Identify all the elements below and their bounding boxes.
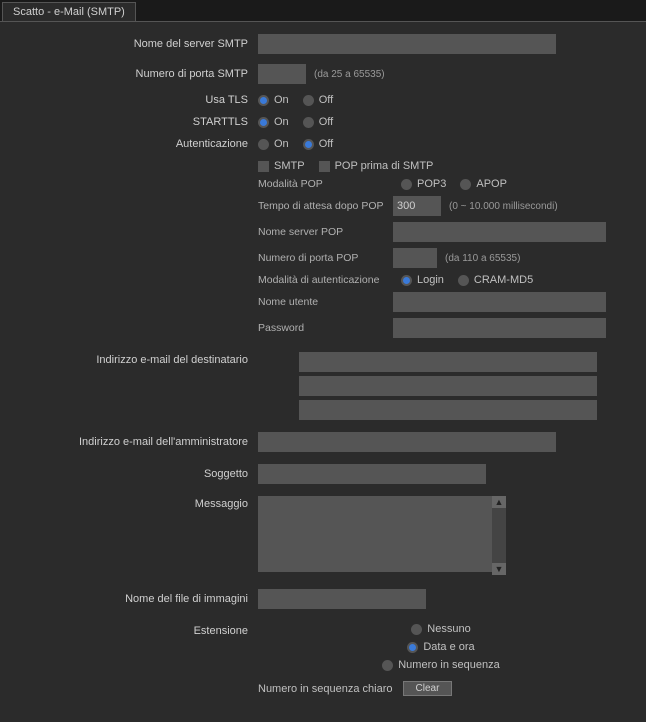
form-area: Nome del server SMTP Numero di porta SMT… bbox=[0, 22, 646, 722]
label-message: Messaggio bbox=[8, 496, 258, 510]
pop-wait-input[interactable] bbox=[393, 196, 441, 216]
label-password: Password bbox=[258, 322, 393, 334]
label-subject: Soggetto bbox=[8, 468, 258, 480]
label-use-tls: Usa TLS bbox=[8, 94, 258, 106]
hint-smtp-port: (da 25 a 65535) bbox=[314, 69, 385, 80]
username-input[interactable] bbox=[393, 292, 606, 312]
textarea-scrollbar[interactable]: ▲ ▼ bbox=[492, 496, 506, 575]
label-username: Nome utente bbox=[258, 296, 393, 308]
radio-tls-on[interactable]: On bbox=[258, 94, 289, 106]
recipient-input-3[interactable] bbox=[299, 400, 597, 420]
imagefile-input[interactable] bbox=[258, 589, 426, 609]
label-admin: Indirizzo e-mail dell'amministratore bbox=[8, 436, 258, 448]
tab-smtp[interactable]: Scatto - e-Mail (SMTP) bbox=[2, 2, 136, 21]
label-smtp-server: Nome del server SMTP bbox=[8, 38, 258, 50]
recipient-input-1[interactable] bbox=[299, 352, 597, 372]
label-imagefile: Nome del file di immagini bbox=[8, 593, 258, 605]
label-auth: Autenticazione bbox=[8, 138, 258, 150]
radio-apop[interactable]: APOP bbox=[460, 178, 507, 190]
radio-starttls-off[interactable]: Off bbox=[303, 116, 333, 128]
radio-auth-off[interactable]: Off bbox=[303, 138, 333, 150]
hint-pop-wait: (0 ~ 10.000 millisecondi) bbox=[449, 201, 558, 212]
label-auth-mode: Modalità di autenticazione bbox=[258, 274, 393, 286]
hint-pop-port: (da 110 a 65535) bbox=[445, 253, 520, 264]
radio-crammd5[interactable]: CRAM-MD5 bbox=[458, 274, 533, 286]
label-starttls: STARTTLS bbox=[8, 116, 258, 128]
radio-pop3[interactable]: POP3 bbox=[401, 178, 446, 190]
radio-tls-off[interactable]: Off bbox=[303, 94, 333, 106]
pop-port-input[interactable] bbox=[393, 248, 437, 268]
smtp-server-input[interactable] bbox=[258, 34, 556, 54]
radio-ext-datetime[interactable]: Data e ora bbox=[407, 641, 474, 653]
subject-input[interactable] bbox=[258, 464, 486, 484]
scroll-up-icon[interactable]: ▲ bbox=[492, 496, 506, 508]
label-smtp-port: Numero di porta SMTP bbox=[8, 68, 258, 80]
label-pop-port: Numero di porta POP bbox=[258, 252, 393, 264]
label-ext: Estensione bbox=[8, 623, 258, 637]
label-pop-server: Nome server POP bbox=[258, 226, 393, 238]
pop-server-input[interactable] bbox=[393, 222, 606, 242]
tab-bar: Scatto - e-Mail (SMTP) bbox=[0, 0, 646, 22]
clear-button[interactable]: Clear bbox=[403, 681, 453, 696]
radio-auth-on[interactable]: On bbox=[258, 138, 289, 150]
label-recipient: Indirizzo e-mail del destinatario bbox=[8, 352, 258, 366]
admin-email-input[interactable] bbox=[258, 432, 556, 452]
checkbox-smtp[interactable]: SMTP bbox=[258, 160, 305, 172]
radio-ext-seq[interactable]: Numero in sequenza bbox=[382, 659, 500, 671]
radio-starttls-on[interactable]: On bbox=[258, 116, 289, 128]
message-textarea[interactable] bbox=[258, 496, 506, 572]
label-seq-clear: Numero in sequenza chiaro bbox=[258, 683, 393, 695]
label-pop-mode: Modalità POP bbox=[258, 178, 393, 190]
scroll-down-icon[interactable]: ▼ bbox=[492, 563, 506, 575]
radio-login[interactable]: Login bbox=[401, 274, 444, 286]
checkbox-pop-before-smtp[interactable]: POP prima di SMTP bbox=[319, 160, 434, 172]
radio-ext-none[interactable]: Nessuno bbox=[411, 623, 470, 635]
smtp-port-input[interactable] bbox=[258, 64, 306, 84]
recipient-input-2[interactable] bbox=[299, 376, 597, 396]
label-pop-wait: Tempo di attesa dopo POP bbox=[258, 200, 393, 212]
password-input[interactable] bbox=[393, 318, 606, 338]
